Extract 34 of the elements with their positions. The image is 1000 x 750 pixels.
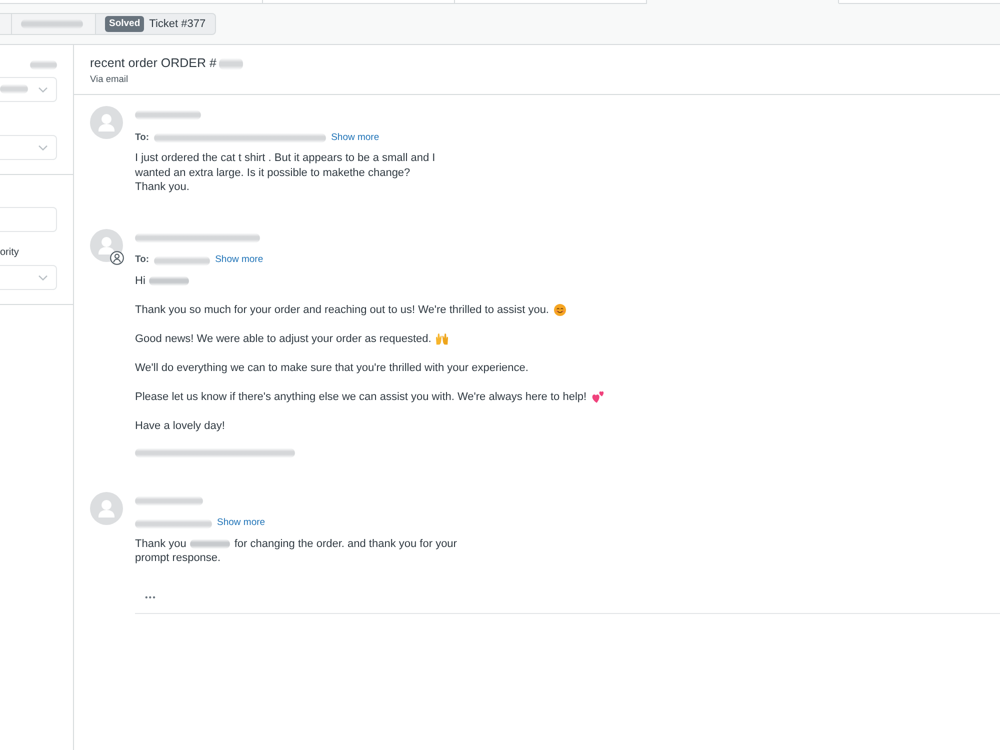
- tab[interactable]: [263, 0, 455, 4]
- status-badge: Solved: [105, 16, 144, 32]
- input-field[interactable]: [0, 207, 57, 232]
- message-text: Thank you so much for your order and reaching out to us! We're thrilled to assist you.: [135, 302, 549, 317]
- select-field[interactable]: [0, 135, 57, 160]
- smiling-face-icon: [554, 304, 566, 316]
- message-text: Have a lovely day!: [135, 418, 225, 433]
- to-label: To:: [135, 253, 150, 268]
- message-text: I just ordered the cat t shirt . But it appears to be a small and I wanted an extra large. Is it possible to makethe change? Thank you.: [135, 151, 436, 194]
- breadcrumb-item[interactable]: Solved Ticket #377: [96, 13, 216, 35]
- message-text: Thank you for changing the order. and thank you for your prompt response.: [135, 536, 457, 566]
- select-field[interactable]: [0, 265, 57, 290]
- chevron-down-icon: [38, 144, 48, 150]
- message-text: Good news! We were able to adjust your order as requested.: [135, 332, 432, 346]
- tab[interactable]: [0, 0, 263, 4]
- show-more-link[interactable]: Show more: [215, 253, 264, 268]
- show-more-link[interactable]: Show more: [217, 516, 266, 531]
- chevron-down-icon: [38, 86, 48, 92]
- show-more-link[interactable]: Show more: [331, 130, 380, 146]
- to-label: To:: [135, 130, 150, 145]
- ticket-subject: recent order ORDER #: [90, 55, 984, 72]
- breadcrumb-item[interactable]: [11, 13, 96, 35]
- message-text: Please let us know if there's anything else we can assist you with. We're always here to help!: [135, 390, 587, 404]
- channel-label: Via email: [90, 73, 130, 86]
- two-hearts-icon: [592, 390, 604, 403]
- raised-hands-icon: [436, 332, 448, 345]
- select-field[interactable]: [0, 77, 57, 102]
- message-text: We'll do everything we can to make sure that you're thrilled with your experience.: [135, 360, 528, 375]
- tab[interactable]: [839, 0, 1000, 4]
- breadcrumb-item[interactable]: [0, 13, 12, 35]
- tab[interactable]: [455, 0, 647, 4]
- chevron-down-icon: [38, 274, 48, 280]
- field-label: ority: [0, 247, 19, 259]
- show-quoted-button[interactable]: •••: [135, 590, 166, 606]
